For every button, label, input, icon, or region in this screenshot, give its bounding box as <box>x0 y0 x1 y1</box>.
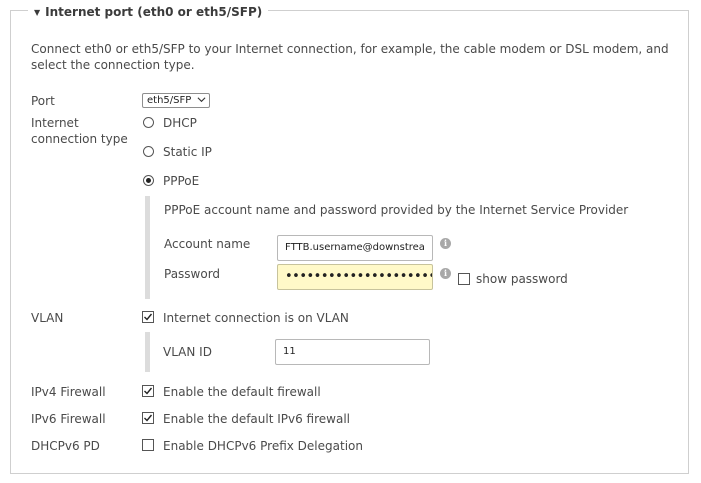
radio-dhcp-label: DHCP <box>163 116 197 130</box>
show-password-checkbox[interactable] <box>458 273 470 285</box>
checkmark-icon <box>144 387 153 395</box>
vlan-checkbox-label: Internet connection is on VLAN <box>163 311 349 325</box>
password-input[interactable]: •••••••••••••••••••••• <box>277 264 433 290</box>
radio-dhcp[interactable] <box>143 117 154 128</box>
section-title: Internet port (eth0 or eth5/SFP) <box>45 5 263 19</box>
triangle-down-icon[interactable]: ▼ <box>34 4 40 22</box>
section-description: Connect eth0 or eth5/SFP to your Interne… <box>31 42 669 72</box>
show-password-label: show password <box>476 272 568 286</box>
radio-static-ip[interactable] <box>143 146 154 157</box>
radio-static-ip-label: Static IP <box>163 145 212 159</box>
radio-pppoe[interactable] <box>143 175 154 186</box>
checkmark-icon <box>144 313 153 321</box>
vlan-checkbox[interactable] <box>142 311 154 323</box>
ipv4-firewall-label: IPv4 Firewall <box>31 385 106 399</box>
pppoe-note: PPPoE account name and password provided… <box>164 203 629 217</box>
account-name-label: Account name <box>164 237 251 251</box>
vlan-indent-bar <box>145 332 150 372</box>
ipv6-firewall-checkbox-label: Enable the default IPv6 firewall <box>163 412 351 426</box>
connection-type-label: Internet connection type <box>31 116 128 146</box>
port-select[interactable]: eth5/SFP <box>142 93 210 108</box>
vlan-label: VLAN <box>31 311 64 325</box>
dhcpv6-pd-checkbox-label: Enable DHCPv6 Prefix Delegation <box>163 439 363 453</box>
info-icon[interactable]: i <box>440 268 451 279</box>
vlan-id-input[interactable]: 11 <box>275 339 430 365</box>
ipv6-firewall-checkbox[interactable] <box>142 412 154 424</box>
section-legend[interactable]: ▼ Internet port (eth0 or eth5/SFP) <box>28 3 269 22</box>
checkmark-icon <box>144 414 153 422</box>
password-label: Password <box>164 267 221 281</box>
ipv4-firewall-checkbox-label: Enable the default firewall <box>163 385 321 399</box>
ipv4-firewall-checkbox[interactable] <box>142 385 154 397</box>
port-label: Port <box>31 94 55 108</box>
dhcpv6-pd-label: DHCPv6 PD <box>31 439 100 453</box>
ipv6-firewall-label: IPv6 Firewall <box>31 412 106 426</box>
account-name-input[interactable]: FTTB.username@downstrea <box>277 235 433 261</box>
port-select-value: eth5/SFP <box>147 95 192 106</box>
pppoe-indent-bar <box>145 196 150 299</box>
chevron-down-icon <box>197 97 206 103</box>
dhcpv6-pd-checkbox[interactable] <box>142 439 154 451</box>
radio-pppoe-label: PPPoE <box>163 174 200 188</box>
info-icon[interactable]: i <box>440 238 451 249</box>
vlan-id-label: VLAN ID <box>163 345 212 359</box>
